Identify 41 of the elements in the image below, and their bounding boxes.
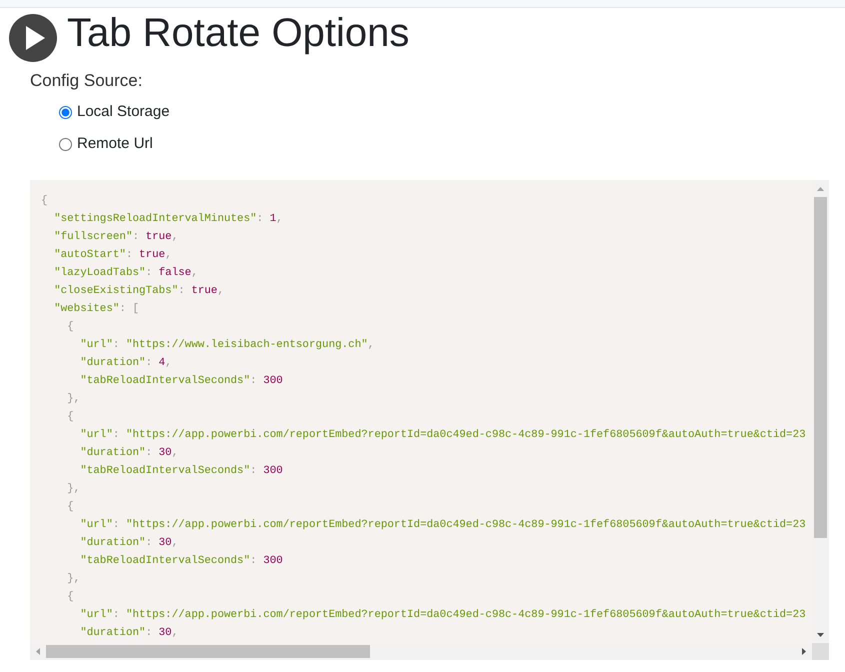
caret-left-icon <box>36 648 40 655</box>
radio-button[interactable] <box>59 138 72 150</box>
code-line: "closeExistingTabs": true, <box>54 285 224 297</box>
scrollbar-thumb[interactable] <box>46 645 370 658</box>
scrollbar-thumb[interactable] <box>814 197 827 538</box>
code-line: }, <box>67 483 80 495</box>
code-line: "url": "https://app.powerbi.com/reportEmbed?reportId=da0c49ed-c98c-4c89-991c-1fef6805609f&autoAuth=true&ctid=23 <box>80 429 806 441</box>
code-line: "url": "https://app.powerbi.com/reportEmbed?reportId=da0c49ed-c98c-4c89-991c-1fef6805609f&autoAuth=true&ctid=23 <box>80 519 806 531</box>
code-line: "url": "https://www.leisibach-entsorgung.ch", <box>80 339 374 351</box>
scrollbar-corner <box>812 643 829 660</box>
code-line: "tabReloadIntervalSeconds": 300 <box>80 375 283 387</box>
code-line: { <box>41 195 48 207</box>
code-line: }, <box>67 573 80 585</box>
config-source-label: Config Source: <box>30 70 142 92</box>
code-line: "lazyLoadTabs": false, <box>54 267 198 279</box>
radio-option[interactable]: Remote Url <box>59 132 153 156</box>
code-line: "tabReloadIntervalSeconds": 300 <box>80 555 283 567</box>
caret-right-icon <box>802 648 806 655</box>
code-line: "duration": 4, <box>80 357 172 369</box>
code-line: { <box>67 501 74 513</box>
code-line: "tabReloadIntervalSeconds": 300 <box>80 465 283 477</box>
code-line: "duration": 30, <box>80 627 178 639</box>
code-line: "autoStart": true, <box>54 249 172 261</box>
page-title: Tab Rotate Options <box>67 10 410 57</box>
caret-down-icon <box>817 632 824 636</box>
code-line: { <box>67 411 74 423</box>
radio-option[interactable]: Local Storage <box>59 100 170 124</box>
horizontal-scrollbar[interactable] <box>30 643 812 660</box>
code-line: { <box>67 321 74 333</box>
code-line: "settingsReloadIntervalMinutes": 1, <box>54 213 283 225</box>
play-icon <box>9 14 57 62</box>
code-line: "websites": [ <box>54 303 140 315</box>
code-line: "url": "https://app.powerbi.com/reportEmbed?reportId=da0c49ed-c98c-4c89-991c-1fef6805609f&autoAuth=true&ctid=23 <box>80 609 806 621</box>
code-line: "fullscreen": true, <box>54 231 178 243</box>
code-line: { <box>67 591 74 603</box>
caret-up-icon <box>817 186 824 190</box>
vertical-scrollbar[interactable] <box>812 180 829 643</box>
radio-button[interactable] <box>59 106 72 118</box>
code-line: "duration": 30, <box>80 537 178 549</box>
code-line: }, <box>67 393 80 405</box>
code-line: "duration": 30, <box>80 447 178 459</box>
